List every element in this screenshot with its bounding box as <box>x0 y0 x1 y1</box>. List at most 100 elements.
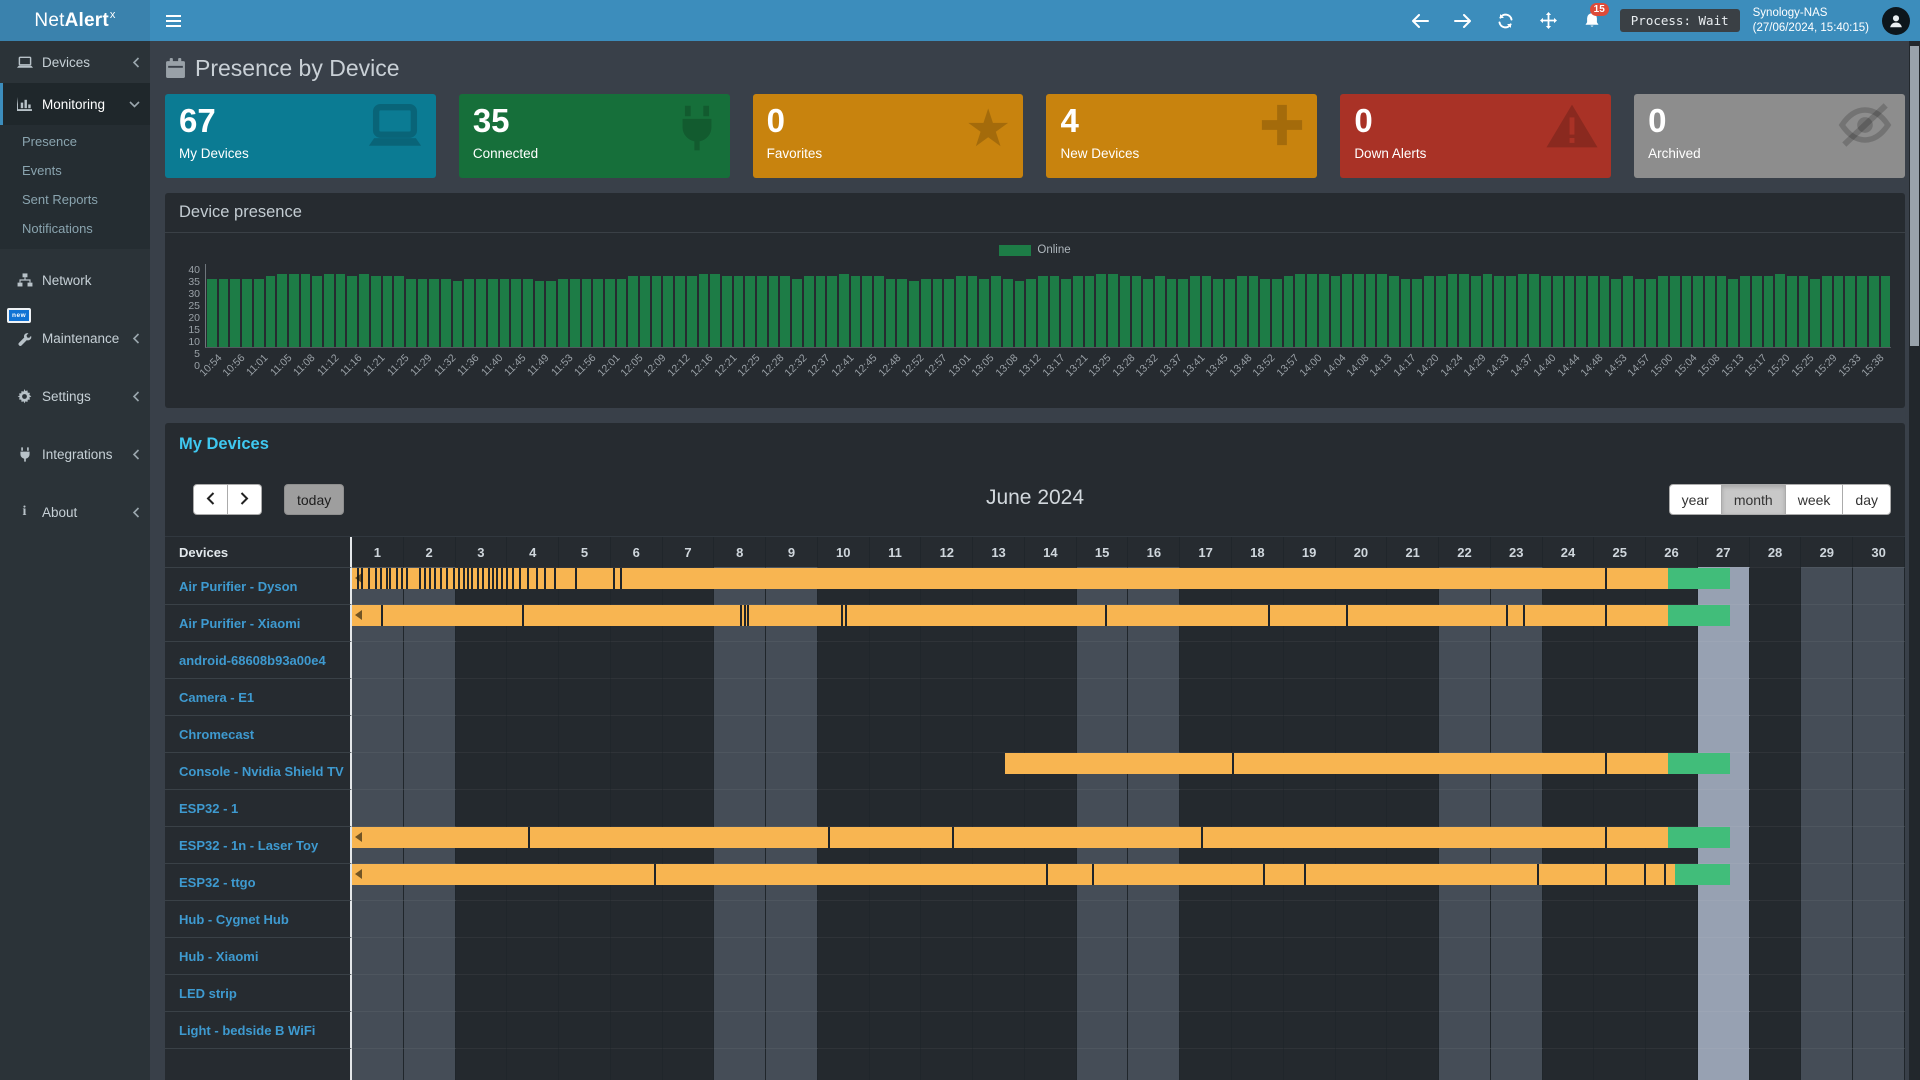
today-day-cell[interactable] <box>1698 678 1750 715</box>
day-cell[interactable] <box>1284 715 1336 752</box>
day-cell[interactable] <box>714 789 766 826</box>
day-cell[interactable] <box>1387 715 1439 752</box>
day-cell[interactable] <box>921 900 973 937</box>
day-cell[interactable] <box>1128 1011 1180 1048</box>
today-day-cell[interactable] <box>1698 1048 1750 1080</box>
day-cell[interactable] <box>1336 937 1388 974</box>
day-cell[interactable] <box>1025 1048 1077 1080</box>
day-cell[interactable] <box>1750 863 1802 900</box>
day-cell[interactable] <box>1077 1011 1129 1048</box>
day-cell[interactable] <box>559 1048 611 1080</box>
day-cell[interactable] <box>352 678 404 715</box>
sidebar-item-devices[interactable]: Devices <box>0 41 150 83</box>
day-cell[interactable] <box>1853 715 1905 752</box>
day-cell[interactable] <box>1128 937 1180 974</box>
view-day-button[interactable]: day <box>1843 484 1891 515</box>
day-cell[interactable] <box>1387 789 1439 826</box>
nav-back-button[interactable] <box>1405 0 1435 41</box>
day-cell[interactable] <box>1232 900 1284 937</box>
day-cell[interactable] <box>1284 1011 1336 1048</box>
day-cell[interactable] <box>1232 789 1284 826</box>
day-cell[interactable] <box>1750 789 1802 826</box>
day-cell[interactable] <box>1491 937 1543 974</box>
day-cell[interactable] <box>456 715 508 752</box>
day-cell[interactable] <box>611 937 663 974</box>
day-cell[interactable] <box>1387 900 1439 937</box>
day-cell[interactable] <box>1594 974 1646 1011</box>
day-cell[interactable] <box>1646 974 1698 1011</box>
day-cell[interactable] <box>559 937 611 974</box>
scrollbar-thumb[interactable] <box>1910 46 1919 346</box>
today-day-cell[interactable] <box>1698 641 1750 678</box>
day-cell[interactable] <box>559 900 611 937</box>
view-week-button[interactable]: week <box>1786 484 1844 515</box>
day-cell[interactable] <box>1336 1048 1388 1080</box>
sidebar-item-settings[interactable]: Settings <box>0 375 150 417</box>
day-cell[interactable] <box>1750 937 1802 974</box>
day-cell[interactable] <box>1801 567 1853 604</box>
day-cell[interactable] <box>456 900 508 937</box>
day-cell[interactable] <box>1750 1011 1802 1048</box>
day-cell[interactable] <box>611 789 663 826</box>
day-cell[interactable] <box>1284 641 1336 678</box>
day-cell[interactable] <box>1387 974 1439 1011</box>
day-cell[interactable] <box>1180 1011 1232 1048</box>
day-cell[interactable] <box>818 900 870 937</box>
day-cell[interactable] <box>714 974 766 1011</box>
day-cell[interactable] <box>818 937 870 974</box>
day-cell[interactable] <box>1284 678 1336 715</box>
day-cell[interactable] <box>1801 1011 1853 1048</box>
device-link[interactable]: LED strip <box>179 986 237 1001</box>
day-cell[interactable] <box>456 789 508 826</box>
day-cell[interactable] <box>1646 900 1698 937</box>
card-my-devices[interactable]: 67 My Devices <box>165 94 436 178</box>
sidebar-toggle-button[interactable] <box>150 0 196 41</box>
day-cell[interactable] <box>611 678 663 715</box>
day-cell[interactable] <box>507 974 559 1011</box>
day-cell[interactable] <box>870 1048 922 1080</box>
day-cell[interactable] <box>766 752 818 789</box>
day-cell[interactable] <box>1491 641 1543 678</box>
refresh-button[interactable] <box>1491 0 1521 41</box>
day-cell[interactable] <box>507 789 559 826</box>
presence-bar[interactable] <box>352 568 1730 589</box>
day-cell[interactable] <box>1750 752 1802 789</box>
day-cell[interactable] <box>766 678 818 715</box>
day-cell[interactable] <box>663 641 715 678</box>
day-cell[interactable] <box>1750 641 1802 678</box>
day-cell[interactable] <box>766 937 818 974</box>
sidebar-item-network[interactable]: Network <box>0 259 150 301</box>
day-cell[interactable] <box>1180 1048 1232 1080</box>
today-day-cell[interactable] <box>1698 715 1750 752</box>
day-cell[interactable] <box>1284 900 1336 937</box>
day-cell[interactable] <box>1387 1011 1439 1048</box>
day-cell[interactable] <box>870 715 922 752</box>
day-cell[interactable] <box>352 641 404 678</box>
day-cell[interactable] <box>559 678 611 715</box>
day-cell[interactable] <box>559 789 611 826</box>
day-cell[interactable] <box>1853 678 1905 715</box>
day-cell[interactable] <box>507 900 559 937</box>
day-cell[interactable] <box>1336 1011 1388 1048</box>
day-cell[interactable] <box>1387 1048 1439 1080</box>
day-cell[interactable] <box>1543 974 1595 1011</box>
day-cell[interactable] <box>1180 715 1232 752</box>
day-cell[interactable] <box>921 678 973 715</box>
day-cell[interactable] <box>1801 752 1853 789</box>
day-cell[interactable] <box>973 1048 1025 1080</box>
day-cell[interactable] <box>404 678 456 715</box>
day-cell[interactable] <box>1180 974 1232 1011</box>
day-cell[interactable] <box>352 1011 404 1048</box>
card-down-alerts[interactable]: 0 Down Alerts <box>1340 94 1611 178</box>
device-link[interactable]: ESP32 - 1 <box>179 801 238 816</box>
day-cell[interactable] <box>507 715 559 752</box>
day-cell[interactable] <box>1077 641 1129 678</box>
day-cell[interactable] <box>870 789 922 826</box>
card-new-devices[interactable]: 4 New Devices <box>1046 94 1317 178</box>
day-cell[interactable] <box>1543 789 1595 826</box>
day-cell[interactable] <box>1750 715 1802 752</box>
presence-bar[interactable] <box>352 827 1730 848</box>
day-cell[interactable] <box>1491 678 1543 715</box>
day-cell[interactable] <box>1491 715 1543 752</box>
day-cell[interactable] <box>352 1048 404 1080</box>
